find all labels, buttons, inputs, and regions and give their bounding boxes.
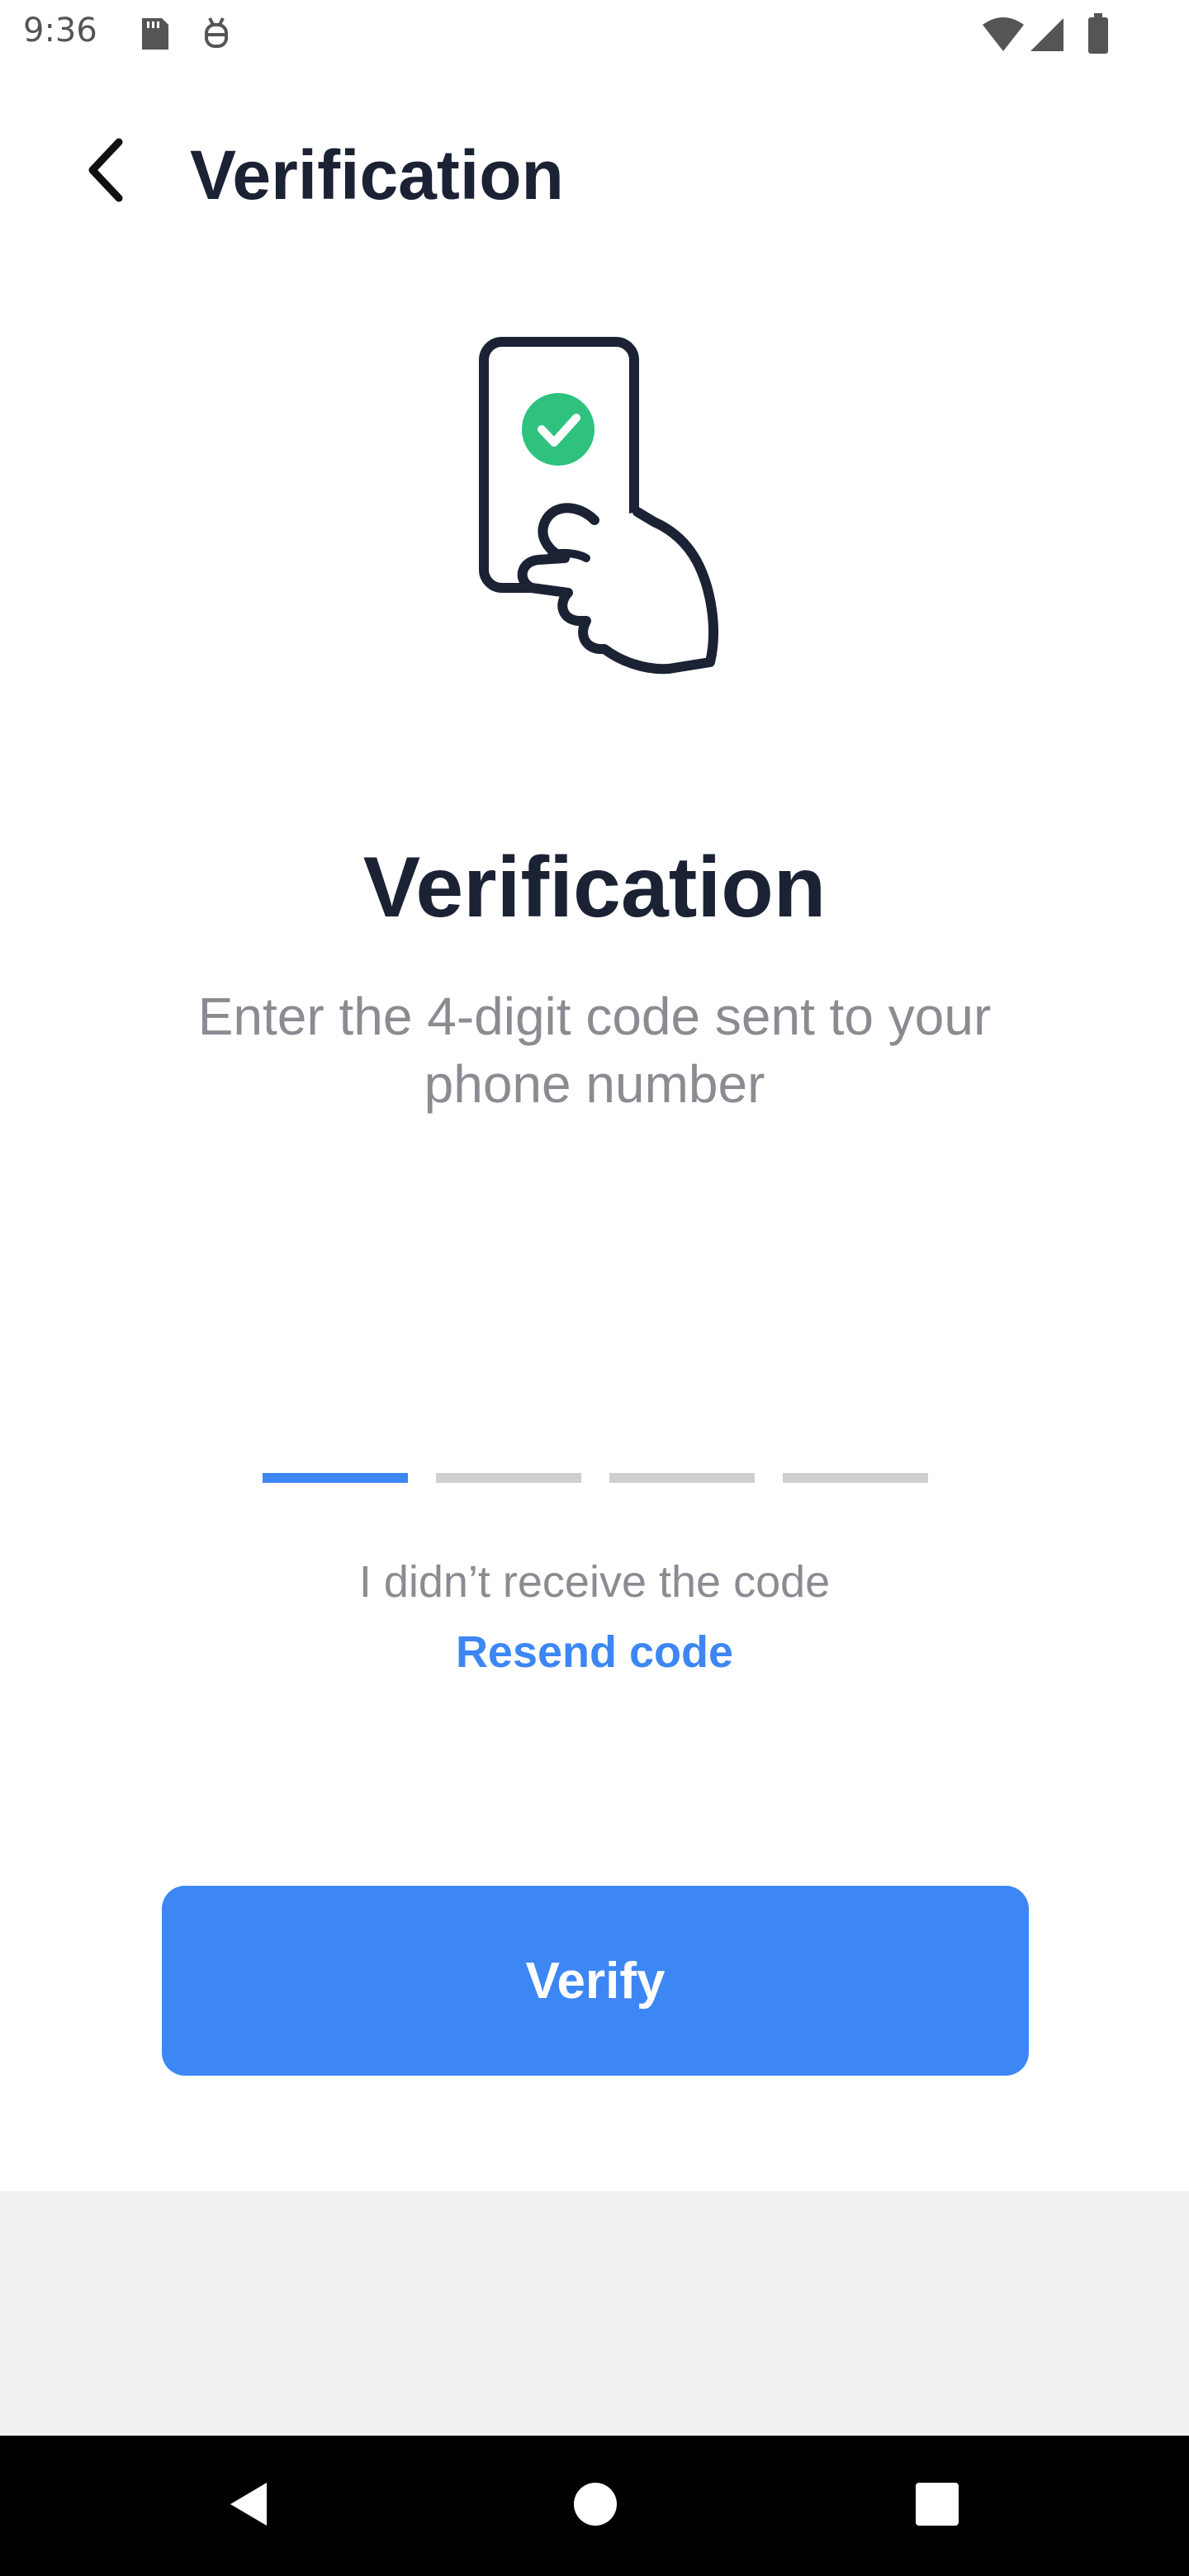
nav-back-button[interactable] — [211, 2469, 286, 2543]
phone-hand-check-icon — [462, 330, 727, 694]
code-underline — [436, 1473, 581, 1483]
page-title: Verification — [362, 840, 827, 935]
nav-recents-button[interactable] — [900, 2469, 974, 2543]
signal-icon — [1029, 17, 1065, 57]
status-bar: 9:36 — [0, 0, 1189, 69]
code-digit-1[interactable] — [263, 1433, 408, 1483]
sd-card-icon — [137, 15, 170, 57]
debug-icon — [200, 15, 233, 57]
verify-button[interactable]: Verify — [162, 1886, 1029, 2076]
code-underline — [609, 1473, 755, 1483]
nav-back-icon — [224, 2479, 273, 2533]
code-digit-2[interactable] — [436, 1433, 581, 1483]
code-input — [263, 1433, 928, 1483]
verify-button-label: Verify — [525, 1952, 666, 2010]
no-code-prompt: I didn’t receive the code — [358, 1557, 831, 1607]
chevron-left-icon — [83, 137, 132, 207]
nav-recents-icon — [914, 2481, 960, 2531]
back-button[interactable] — [74, 130, 140, 213]
nav-home-button[interactable] — [558, 2469, 632, 2543]
code-underline — [263, 1473, 408, 1483]
app-header: Verification — [0, 116, 1189, 231]
bottom-area — [0, 2191, 1189, 2436]
code-underline — [783, 1473, 928, 1483]
system-nav-bar — [0, 2436, 1189, 2576]
status-time: 9:36 — [23, 12, 97, 50]
page-subtitle: Enter the 4-digit code sent to your phon… — [197, 987, 992, 1114]
header-title: Verification — [190, 136, 564, 214]
resend-code-link[interactable]: Resend code — [429, 1622, 760, 1682]
wifi-icon — [981, 17, 1026, 57]
battery-icon — [1087, 13, 1110, 59]
nav-home-icon — [572, 2481, 618, 2531]
code-digit-3[interactable] — [609, 1433, 755, 1483]
code-digit-4[interactable] — [783, 1433, 928, 1483]
